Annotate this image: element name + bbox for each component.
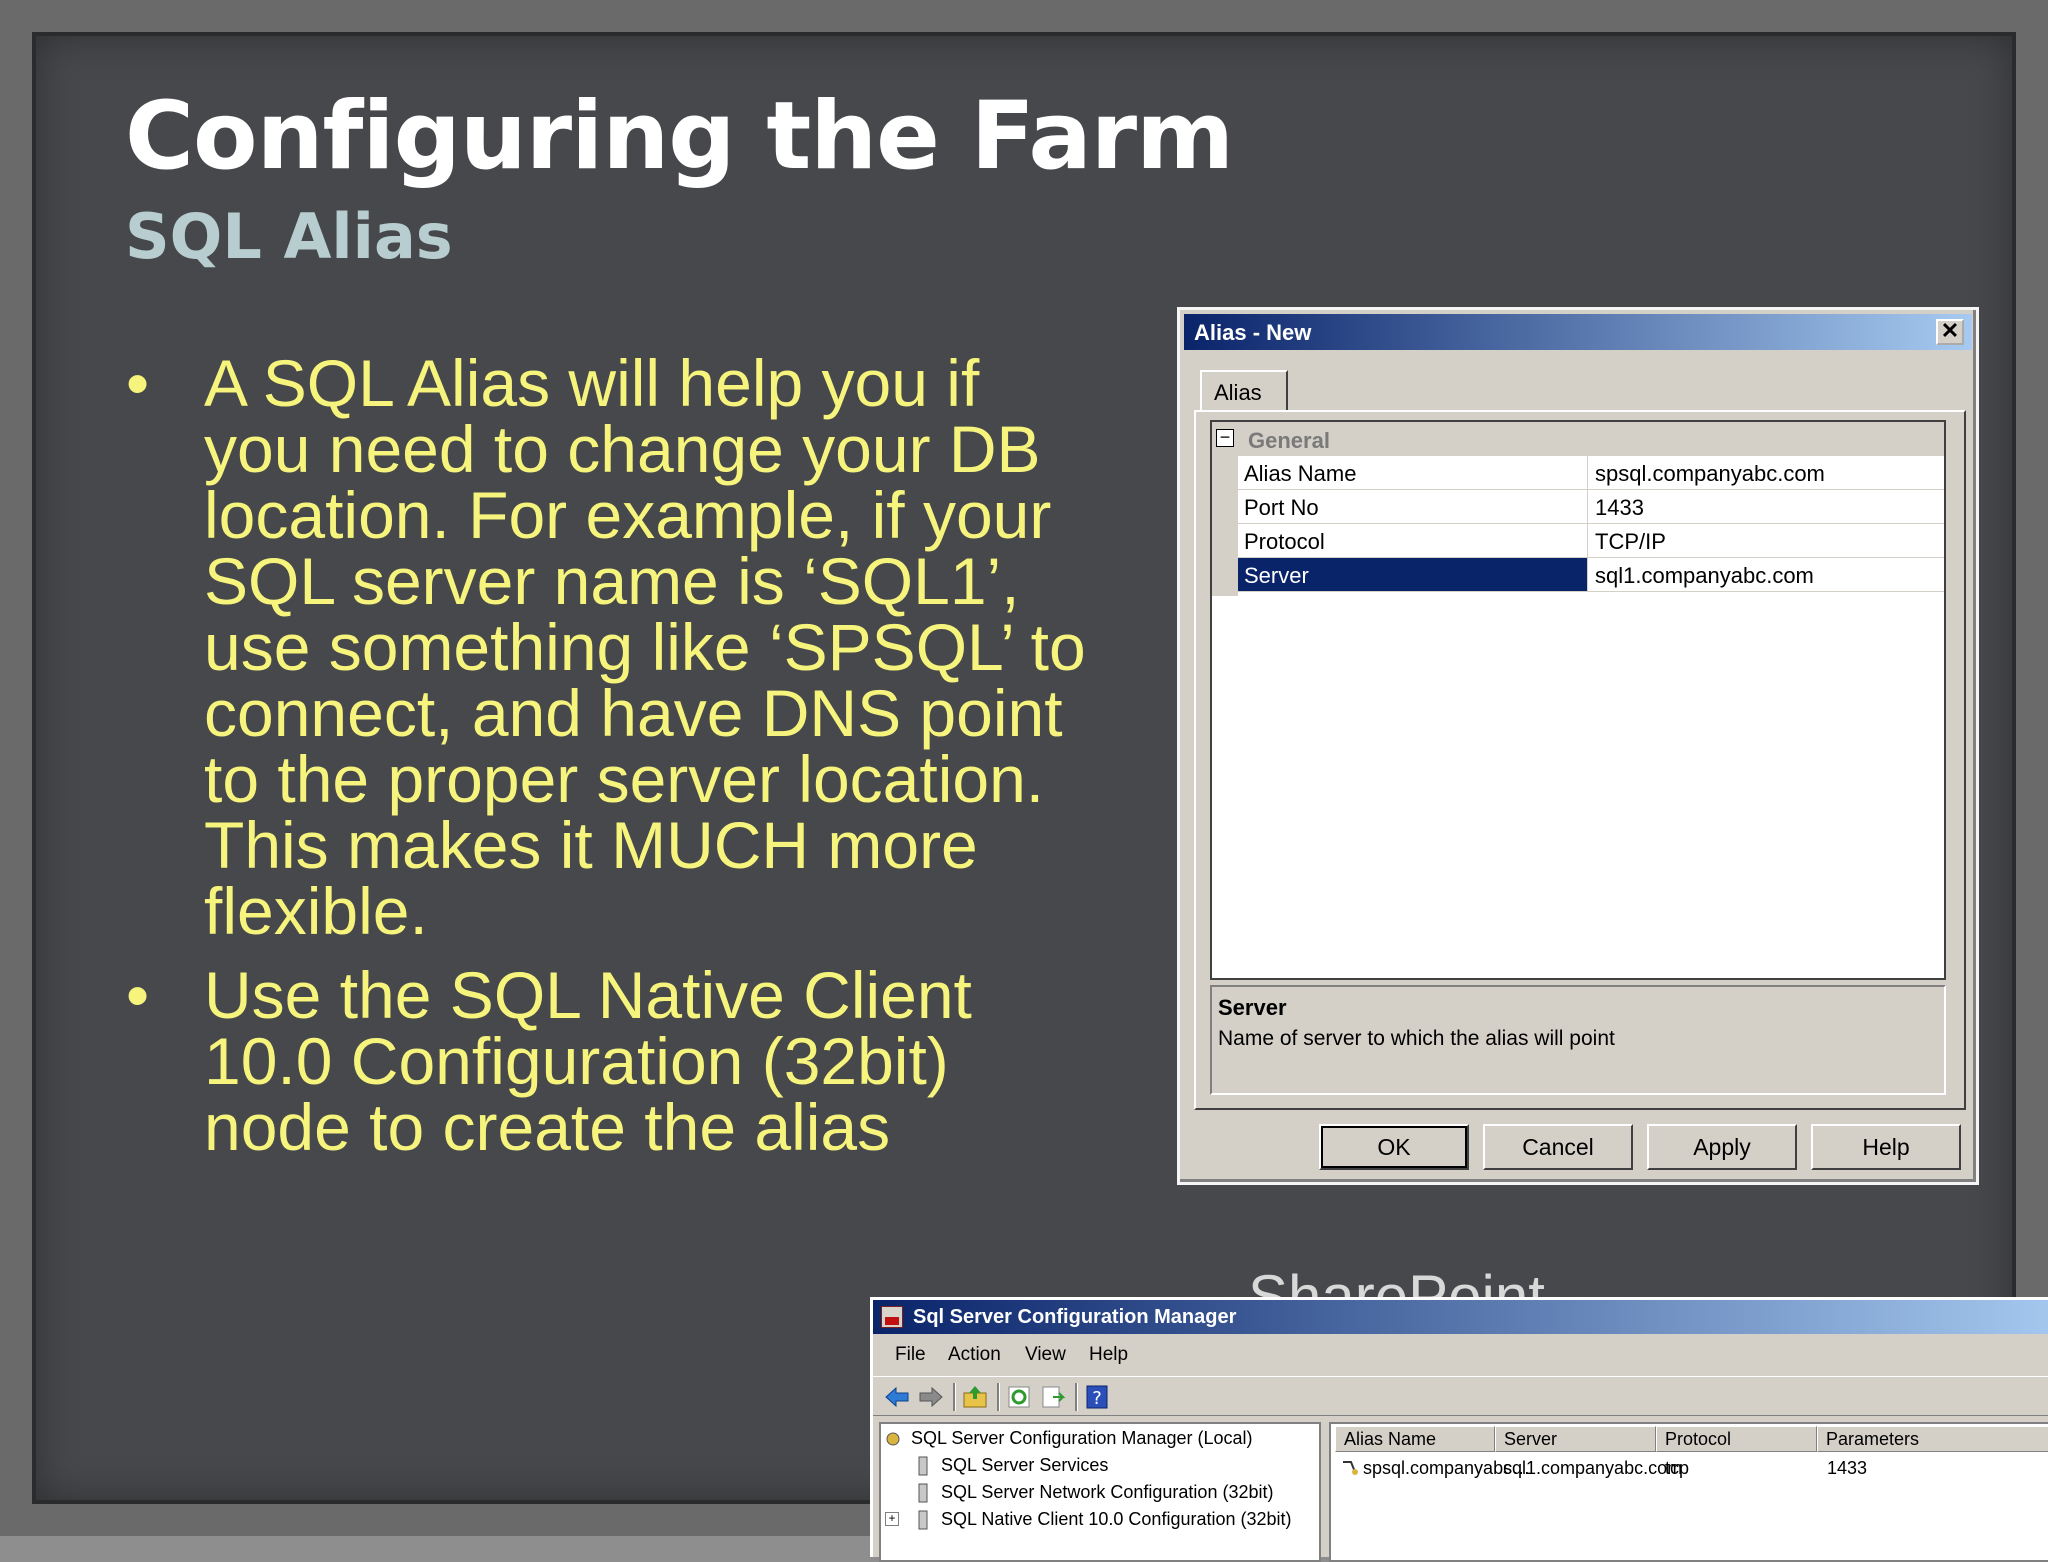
property-name: Server <box>1238 558 1588 591</box>
bullet-item: • A SQL Alias will help you if you need … <box>120 350 1090 944</box>
property-name: Port No <box>1238 490 1588 523</box>
tab-alias[interactable]: Alias <box>1200 370 1288 410</box>
config-manager-window: Sql Server Configuration Manager File Ac… <box>870 1297 2048 1562</box>
tree-label: SQL Server Configuration Manager (Local) <box>911 1428 1253 1448</box>
property-row-server[interactable]: Server sql1.companyabc.com <box>1238 558 1944 592</box>
slide-title: Configuring the Farm <box>125 82 1234 191</box>
close-icon: ✕ <box>1940 318 1960 343</box>
category-label: General <box>1248 428 1330 453</box>
toolbar-separator <box>1075 1383 1078 1411</box>
property-value[interactable]: 1433 <box>1589 490 1944 523</box>
property-value[interactable]: TCP/IP <box>1589 524 1944 557</box>
tree-item-native-client-config[interactable]: + SQL Native Client 10.0 Configuration (… <box>885 1509 1292 1530</box>
sharepoint-watermark: SharePoint <box>1248 1263 1545 1298</box>
bullet-text: Use the SQL Native Client 10.0 Configura… <box>204 958 972 1164</box>
svg-text:?: ? <box>1092 1388 1102 1409</box>
help-icon[interactable]: ? <box>1083 1383 1111 1411</box>
bullet-text: A SQL Alias will help you if you need to… <box>204 346 1086 948</box>
cell-server: sql1.companyabc.com <box>1503 1458 1683 1478</box>
toolbar-separator <box>953 1383 956 1411</box>
menu-bar: File Action View Help <box>873 1334 2048 1374</box>
menu-file[interactable]: File <box>895 1344 926 1366</box>
console-tree: SQL Server Configuration Manager (Local)… <box>879 1422 1321 1562</box>
property-row-protocol[interactable]: Protocol TCP/IP <box>1238 524 1944 558</box>
toolbar-separator <box>997 1383 1000 1411</box>
cell-parameters: 1433 <box>1827 1458 1868 1478</box>
menu-help[interactable]: Help <box>1089 1344 1128 1366</box>
menu-action[interactable]: Action <box>948 1344 1001 1366</box>
grid-gutter <box>1212 456 1238 596</box>
alias-icon <box>1343 1461 1358 1475</box>
bullet-marker: • <box>126 958 150 1032</box>
description-text: Name of server to which the alias will p… <box>1218 1027 1615 1050</box>
alias-list: Alias Name Server Protocol Parameters sp… <box>1329 1422 2048 1562</box>
bullet-item: • Use the SQL Native Client 10.0 Configu… <box>120 962 1090 1160</box>
category-general[interactable]: − General <box>1212 422 1944 456</box>
expand-icon[interactable]: + <box>885 1512 899 1526</box>
tree-item-sql-server-services[interactable]: SQL Server Services <box>915 1455 1108 1476</box>
property-value[interactable]: sql1.companyabc.com <box>1589 558 1944 591</box>
tree-label: SQL Server Network Configuration (32bit) <box>941 1482 1274 1502</box>
bullet-list: • A SQL Alias will help you if you need … <box>120 350 1090 1178</box>
property-value[interactable]: spsql.companyabc.com <box>1589 456 1944 489</box>
server-icon <box>918 1456 928 1476</box>
tree-item-root[interactable]: SQL Server Configuration Manager (Local) <box>885 1428 1253 1449</box>
slide-subtitle: SQL Alias <box>125 200 453 273</box>
tree-label: SQL Native Client 10.0 Configuration (32… <box>941 1509 1292 1529</box>
property-row-port-no[interactable]: Port No 1433 <box>1238 490 1944 524</box>
window-titlebar[interactable]: Sql Server Configuration Manager <box>873 1300 2048 1334</box>
property-name: Protocol <box>1238 524 1588 557</box>
ok-button[interactable]: OK <box>1319 1124 1469 1170</box>
column-header-alias-name[interactable]: Alias Name <box>1335 1426 1495 1452</box>
forward-arrow-icon[interactable] <box>917 1383 945 1411</box>
bullet-marker: • <box>126 346 150 420</box>
config-manager-app-icon <box>881 1306 903 1328</box>
tree-item-network-config[interactable]: SQL Server Network Configuration (32bit) <box>915 1482 1273 1503</box>
close-button[interactable]: ✕ <box>1936 319 1964 345</box>
collapse-icon[interactable]: − <box>1216 428 1234 447</box>
description-title: Server <box>1218 995 1287 1020</box>
column-header-server[interactable]: Server <box>1495 1426 1656 1452</box>
column-header-parameters[interactable]: Parameters <box>1817 1426 2048 1452</box>
property-name: Alias Name <box>1238 456 1588 489</box>
toolbar: ? <box>873 1376 2048 1416</box>
help-button[interactable]: Help <box>1811 1124 1961 1170</box>
tree-label: SQL Server Services <box>941 1455 1109 1475</box>
config-manager-icon <box>886 1432 900 1446</box>
window-title: Sql Server Configuration Manager <box>913 1306 1237 1328</box>
apply-button[interactable]: Apply <box>1647 1124 1797 1170</box>
column-header-protocol[interactable]: Protocol <box>1656 1426 1817 1452</box>
cell-protocol: tcp <box>1665 1458 1690 1478</box>
property-description: Server Name of server to which the alias… <box>1210 985 1946 1095</box>
property-row-alias-name[interactable]: Alias Name spsql.companyabc.com <box>1238 456 1944 490</box>
up-folder-icon[interactable] <box>961 1383 989 1411</box>
export-list-icon[interactable] <box>1039 1383 1067 1411</box>
native-client-icon <box>918 1510 928 1530</box>
refresh-icon[interactable] <box>1005 1383 1033 1411</box>
dialog-title: Alias - New <box>1194 320 1312 345</box>
back-arrow-icon[interactable] <box>883 1383 911 1411</box>
dialog-titlebar[interactable]: Alias - New ✕ <box>1184 314 1972 350</box>
network-config-icon <box>918 1483 928 1503</box>
alias-new-dialog: Alias - New ✕ Alias − General Alias Name… <box>1177 307 1979 1185</box>
menu-view[interactable]: View <box>1025 1344 1066 1366</box>
cancel-button[interactable]: Cancel <box>1483 1124 1633 1170</box>
property-grid: − General Alias Name spsql.companyabc.co… <box>1210 420 1946 980</box>
